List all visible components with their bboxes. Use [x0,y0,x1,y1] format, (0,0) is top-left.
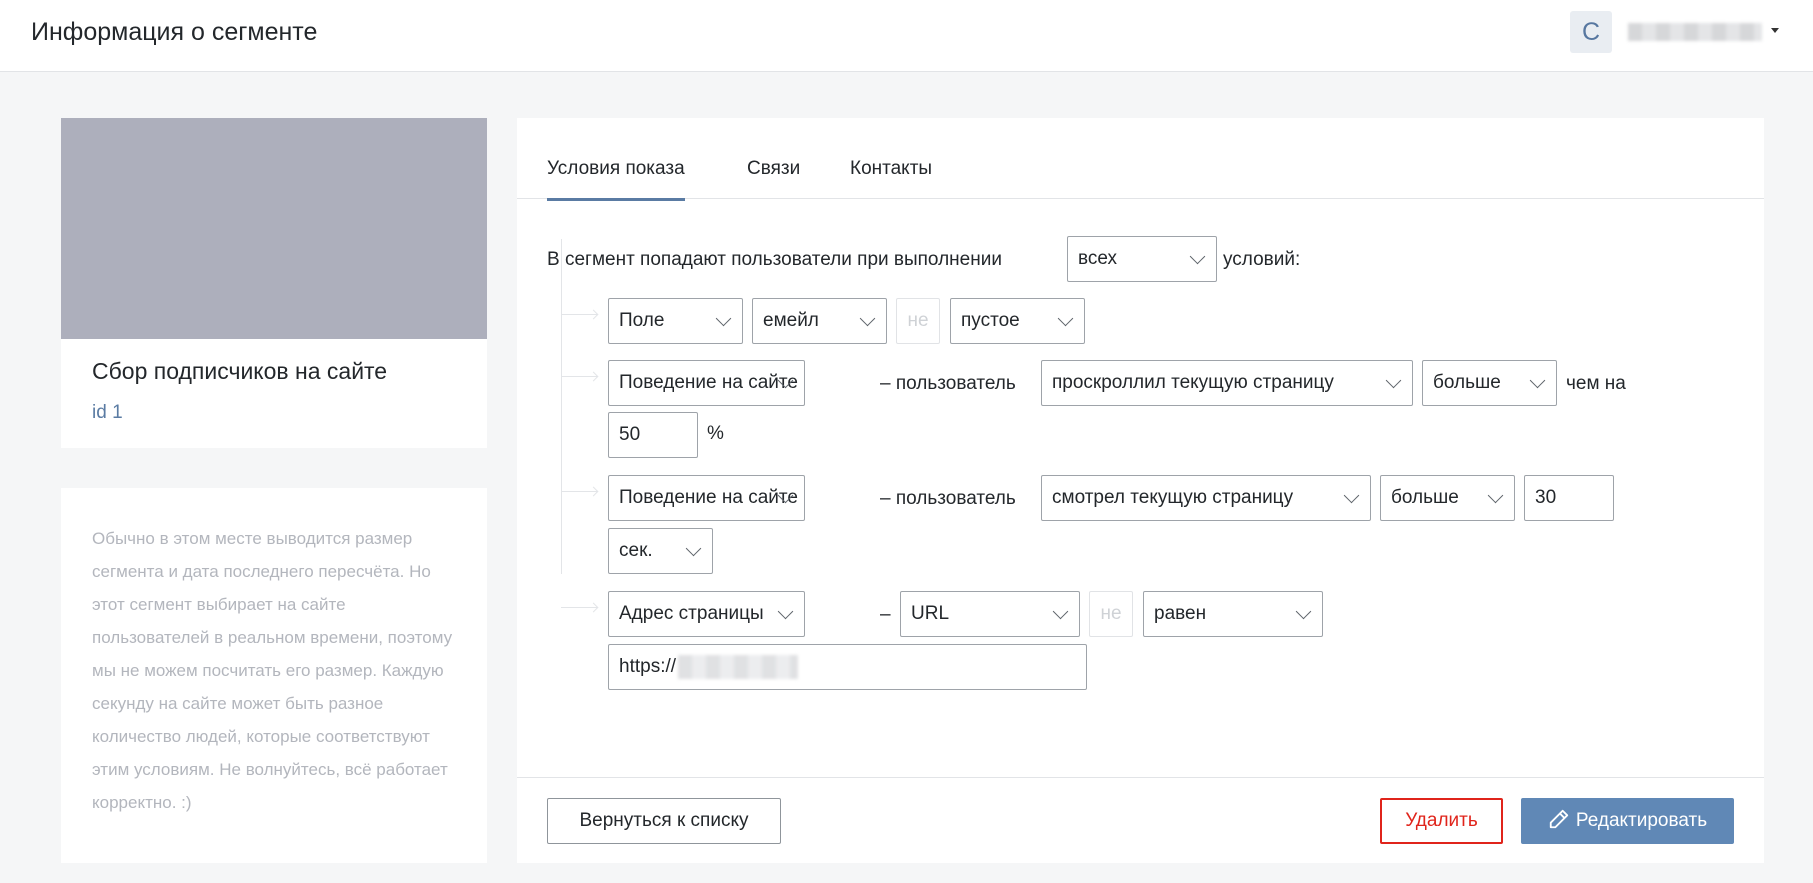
url-redacted [678,654,799,679]
behavior-action-select[interactable]: смотрел текущую страницу [1041,475,1371,521]
negate-toggle[interactable]: не [896,298,940,344]
tabs: Условия показа Связи Контакты [517,118,1764,201]
caret-down-icon[interactable] [1771,28,1779,33]
tab-links[interactable]: Связи [747,158,800,180]
condition-type-select[interactable]: Поле [608,298,743,344]
page-title: Информация о сегменте [31,18,318,46]
chevron-down-icon [1529,372,1546,389]
select-value: Поле [619,310,665,331]
scroll-percent-input[interactable]: 50 [608,412,698,458]
pencil-icon [1549,809,1569,829]
user-label: – пользователь [880,488,1016,509]
negate-toggle[interactable]: не [1089,591,1133,637]
main-panel: Условия показа Связи Контакты В сегмент … [517,118,1764,863]
match-mode-value: всех [1078,248,1118,269]
select-value: Поведение на сайте [619,487,798,508]
url-value: https:// [619,656,677,677]
chevron-down-icon [1343,487,1360,504]
select-value: Адрес страницы [619,603,764,624]
segment-name: Сбор подписчиков на сайте [92,358,388,384]
chevron-down-icon [859,310,876,327]
select-value: сек. [619,540,653,561]
tree-line [561,239,562,574]
select-value: больше [1433,372,1501,393]
footer: Вернуться к списку Удалить Редактировать [517,777,1764,863]
chevron-down-icon [1385,372,1402,389]
field-select[interactable]: емейл [752,298,887,344]
select-value: пустое [961,310,1020,331]
chevron-down-icon [1295,603,1312,620]
condition-type-select[interactable]: Поведение на сайте [608,360,805,406]
tree-arrow-icon [561,491,597,492]
chevron-down-icon [685,540,702,557]
conditions-intro-prefix: В сегмент попадают пользователи при выпо… [547,249,1002,270]
segment-size-info-text: Обычно в этом месте выводится размер сег… [92,529,453,812]
than-label: чем на [1566,373,1626,394]
edit-button-label: Редактировать [1575,810,1708,831]
chevron-down-icon [1052,603,1069,620]
chevron-down-icon [1189,248,1206,265]
percent-unit: % [707,423,724,444]
url-input[interactable]: https:// [608,644,1087,690]
dash-label: – [880,604,891,625]
user-label: – пользователь [880,373,1016,394]
time-value-input[interactable]: 30 [1524,475,1614,521]
user-name-redacted[interactable] [1628,23,1762,41]
delete-button[interactable]: Удалить [1380,798,1503,844]
time-unit-select[interactable]: сек. [608,528,713,574]
url-part-select[interactable]: URL [900,591,1080,637]
segment-id: id 1 [92,402,123,423]
tab-display-conditions[interactable]: Условия показа [547,158,685,201]
chevron-down-icon [1487,487,1504,504]
select-value: емейл [763,310,819,331]
top-bar: Информация о сегменте С [0,0,1813,72]
operator-select[interactable]: равен [1143,591,1323,637]
behavior-action-select[interactable]: проскроллил текущую страницу [1041,360,1413,406]
condition-type-select[interactable]: Адрес страницы [608,591,805,637]
tree-arrow-icon [561,607,597,608]
select-value: больше [1391,487,1459,508]
chevron-down-icon [777,603,794,620]
segment-size-info-card: Обычно в этом месте выводится размер сег… [61,488,487,863]
chevron-down-icon [1057,310,1074,327]
back-to-list-button[interactable]: Вернуться к списку [547,798,781,844]
operator-select[interactable]: пустое [950,298,1085,344]
conditions-intro-suffix: условий: [1223,249,1301,270]
tree-arrow-icon [561,376,597,377]
select-value: Поведение на сайте [619,372,798,393]
tab-contacts[interactable]: Контакты [850,158,932,180]
edit-button[interactable]: Редактировать [1521,798,1734,844]
match-mode-select[interactable]: всех [1067,236,1217,282]
select-value: URL [911,603,950,624]
chevron-down-icon [715,310,732,327]
tree-arrow-icon [561,314,597,315]
comparison-select[interactable]: больше [1422,360,1557,406]
comparison-select[interactable]: больше [1380,475,1515,521]
avatar[interactable]: С [1570,11,1612,53]
select-value: смотрел текущую страницу [1052,487,1294,508]
select-value: равен [1154,603,1207,624]
condition-type-select[interactable]: Поведение на сайте [608,475,805,521]
segment-image-placeholder [61,118,487,339]
segment-card: Сбор подписчиков на сайте id 1 [61,118,487,448]
select-value: проскроллил текущую страницу [1052,372,1334,393]
